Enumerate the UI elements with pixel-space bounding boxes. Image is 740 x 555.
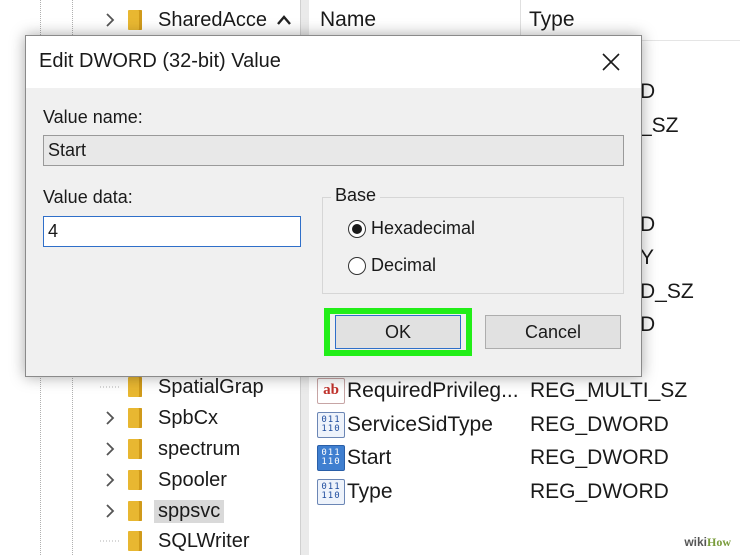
tree-item-sppsvc[interactable]: sppsvc xyxy=(100,496,225,526)
tree-item-sharedaccess[interactable]: SharedAcce xyxy=(100,5,267,35)
value-name-label: Value name: xyxy=(43,107,143,127)
tree-item-label: SpatialGrap xyxy=(158,375,264,398)
expand-chevron-icon[interactable] xyxy=(100,439,120,459)
value-name-field[interactable]: Start xyxy=(43,135,624,166)
cancel-button[interactable]: Cancel xyxy=(485,315,621,349)
value-name: Type xyxy=(347,479,393,503)
value-type: REG_DWORD xyxy=(530,445,669,469)
binary-value-icon: 011 110 xyxy=(317,411,345,438)
tree-item-spbcx[interactable]: SpbCx xyxy=(100,403,218,433)
decimal-label: Decimal xyxy=(371,255,437,275)
type-cell-partial: Y xyxy=(640,246,655,269)
tree-item-spectrum[interactable]: spectrum xyxy=(100,434,240,464)
type-cell-partial: D xyxy=(640,213,656,236)
expand-chevron-icon[interactable] xyxy=(100,501,120,521)
folder-icon xyxy=(128,531,142,551)
tree-item-label: sppsvc xyxy=(154,499,225,523)
list-item-start[interactable]: 011 110 Start REG_DWORD xyxy=(309,441,740,474)
base-group-label: Base xyxy=(331,185,381,206)
decimal-radio[interactable]: Decimal xyxy=(348,255,436,276)
string-value-icon: ab xyxy=(317,377,345,404)
value-type: REG_DWORD xyxy=(530,479,669,503)
folder-icon xyxy=(128,501,142,521)
type-cell-partial: _SZ xyxy=(640,114,679,137)
tree-item-label: SpbCx xyxy=(158,406,219,429)
type-cell-partial: D xyxy=(640,80,656,103)
wikihow-watermark: wikiHow xyxy=(681,534,734,551)
list-item-requiredprivileges[interactable]: ab RequiredPrivileg... REG_MULTI_SZ xyxy=(309,374,740,407)
value-name: Start xyxy=(347,445,392,469)
tree-item-spooler[interactable]: Spooler xyxy=(100,465,227,495)
tree-item-label: Spooler xyxy=(158,468,227,491)
tree-item-label: SharedAcce xyxy=(158,8,267,31)
radio-checked-icon[interactable] xyxy=(348,219,366,238)
tree-item-sqlwriter[interactable]: SQLWriter xyxy=(100,526,250,555)
tree-connector xyxy=(100,377,120,397)
value-name: ServiceSidType xyxy=(347,412,493,436)
column-divider[interactable] xyxy=(520,0,521,40)
scroll-up-arrow-icon[interactable] xyxy=(268,6,300,34)
close-icon[interactable] xyxy=(591,44,631,80)
folder-icon xyxy=(128,439,142,459)
value-data-field[interactable]: 4 xyxy=(43,216,301,247)
tree-connector xyxy=(100,531,120,551)
binary-value-icon: 011 110 xyxy=(317,478,345,505)
value-name: RequiredPrivileg... xyxy=(347,378,519,402)
expand-chevron-icon[interactable] xyxy=(100,470,120,490)
hexadecimal-radio[interactable]: Hexadecimal xyxy=(348,218,475,239)
dialog-titlebar[interactable]: Edit DWORD (32-bit) Value xyxy=(26,36,641,88)
dialog-title: Edit DWORD (32-bit) Value xyxy=(39,50,281,72)
value-type: REG_MULTI_SZ xyxy=(530,378,688,402)
base-groupbox: Base Hexadecimal Decimal xyxy=(322,185,624,294)
edit-dword-dialog: Edit DWORD (32-bit) Value Value name: St… xyxy=(25,35,642,377)
folder-icon xyxy=(128,10,142,30)
column-header-type[interactable]: Type xyxy=(529,8,575,32)
tree-item-label: spectrum xyxy=(158,437,241,460)
type-cell-partial: D_SZ xyxy=(640,280,694,303)
expand-chevron-icon[interactable] xyxy=(100,408,120,428)
expand-chevron-icon[interactable] xyxy=(100,10,120,30)
folder-icon xyxy=(128,408,142,428)
type-cell-partial: D xyxy=(640,313,656,336)
ok-button[interactable]: OK xyxy=(335,315,461,349)
column-header-name[interactable]: Name xyxy=(320,8,376,32)
list-item-type[interactable]: 011 110 Type REG_DWORD xyxy=(309,475,740,508)
tree-item-label: SQLWriter xyxy=(158,529,250,552)
value-data-label: Value data: xyxy=(43,187,133,207)
radio-unchecked-icon[interactable] xyxy=(348,256,366,275)
folder-icon xyxy=(128,470,142,490)
binary-value-icon: 011 110 xyxy=(317,444,345,471)
folder-icon xyxy=(128,377,142,397)
list-item-servicesidtype[interactable]: 011 110 ServiceSidType REG_DWORD xyxy=(309,408,740,441)
hexadecimal-label: Hexadecimal xyxy=(371,218,476,238)
value-type: REG_DWORD xyxy=(530,412,669,436)
